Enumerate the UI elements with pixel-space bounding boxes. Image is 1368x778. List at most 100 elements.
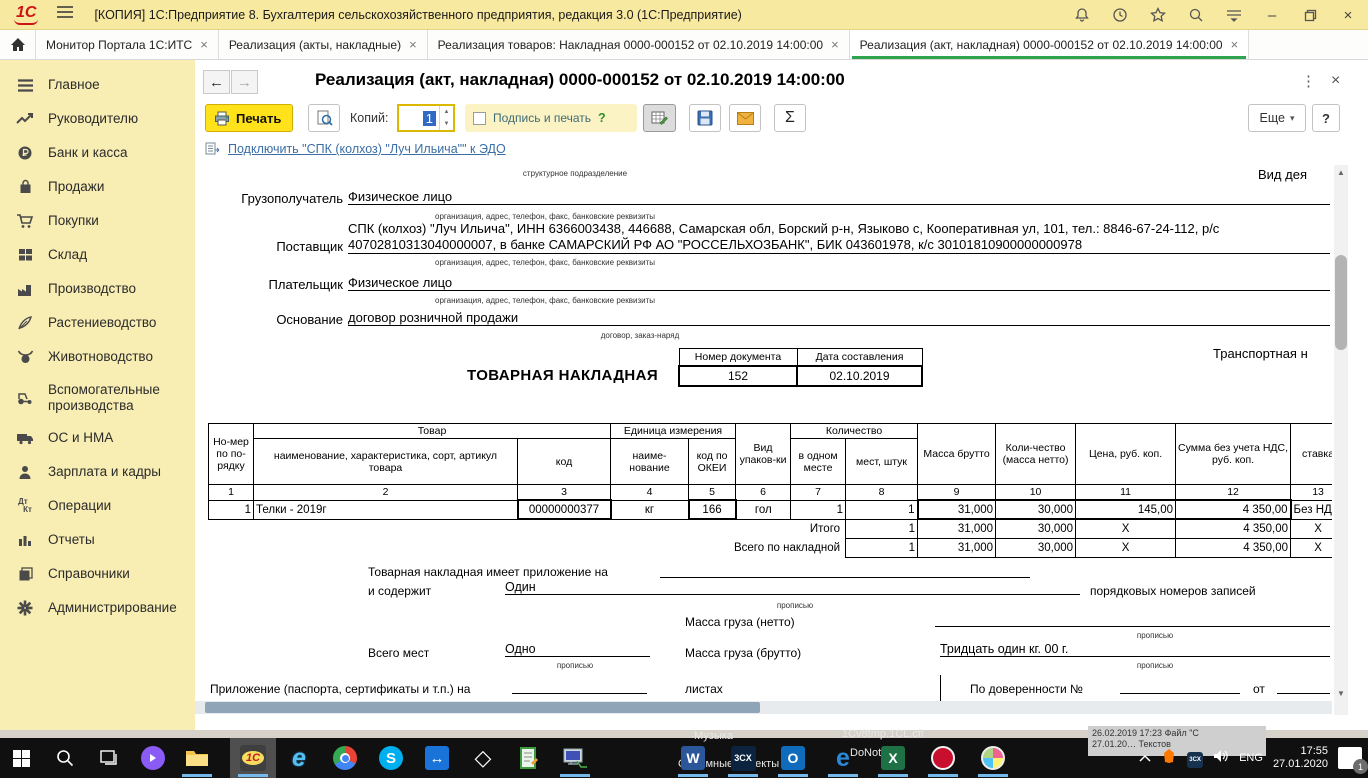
sidebar-item-vspomogatelnye[interactable]: Вспомогательные производства (0, 374, 195, 421)
document-close-icon[interactable]: × (1331, 72, 1340, 90)
tab-close-icon[interactable]: × (200, 37, 208, 52)
sidebar-item-bank-i-kassa[interactable]: Банк и касса (0, 136, 195, 170)
doc-date-value: 02.10.2019 (797, 366, 922, 386)
3cx-icon[interactable]: 3CX (726, 743, 760, 773)
search-icon[interactable] (1184, 3, 1208, 27)
tab-close-icon[interactable]: × (1231, 37, 1239, 52)
main-menu-hamburger-icon[interactable] (56, 5, 74, 24)
foxit-reader-icon[interactable] (926, 743, 960, 773)
sidebar-item-os-i-nma[interactable]: ОС и НМА (0, 421, 195, 455)
diamond-app-icon[interactable]: ◇ (466, 743, 500, 773)
sidebar-item-pokupki[interactable]: Покупки (0, 204, 195, 238)
horizontal-scrollbar[interactable] (195, 701, 1332, 714)
goods-data-row[interactable]: 1 Телки - 2019г 00000000377 кг 166 гол 1… (209, 500, 1333, 519)
favorites-star-icon[interactable] (1146, 3, 1170, 27)
tab-realizatsiya-akt-active[interactable]: Реализация (акт, накладная) 0000-000152 … (850, 30, 1250, 59)
print-preview-button[interactable] (308, 104, 340, 132)
more-button[interactable]: Еще ▾ (1248, 104, 1306, 132)
internet-explorer-icon[interactable]: e (282, 743, 316, 773)
skype-icon[interactable]: S (374, 743, 408, 773)
sidebar-item-spravochniki[interactable]: Справочники (0, 557, 195, 591)
scroll-up-icon[interactable]: ▲ (1334, 165, 1348, 179)
excel-icon[interactable]: X (876, 743, 910, 773)
edit-layout-toggle-button[interactable] (643, 104, 676, 132)
propis-caption: прописью (475, 661, 675, 670)
action-center-icon[interactable]: 1 (1338, 747, 1362, 769)
outlook-icon[interactable]: O (776, 743, 810, 773)
sidebar-item-glavnoe[interactable]: Главное (0, 68, 195, 102)
sidebar-item-rukovoditelyu[interactable]: Руководителю (0, 102, 195, 136)
copies-input[interactable]: 1 ▲ ▼ (397, 104, 455, 132)
chrome-icon[interactable] (328, 743, 362, 773)
spin-down-icon[interactable]: ▼ (440, 118, 453, 130)
nav-back-button[interactable]: ← (203, 70, 230, 94)
task-view-icon[interactable] (92, 743, 126, 773)
sidebar-item-proizvodstvo[interactable]: Производство (0, 272, 195, 306)
sidebar-item-operatsii[interactable]: ДтКтОперации (0, 489, 195, 523)
tab-close-icon[interactable]: × (831, 37, 839, 52)
word-icon[interactable]: W (676, 743, 710, 773)
notepad-app-icon[interactable] (512, 743, 546, 773)
sum-button[interactable]: Σ (774, 104, 806, 132)
goods-total-row: Итого 1 31,000 30,000 X 4 350,00 X (209, 519, 1333, 538)
blank-line (1277, 680, 1330, 694)
sidebar-item-rastenievodstvo[interactable]: Растениеводство (0, 306, 195, 340)
vertical-scrollbar-thumb[interactable] (1335, 255, 1347, 350)
tab-monitor-portala[interactable]: Монитор Портала 1С:ИТС × (36, 30, 219, 59)
horizontal-scrollbar-thumb[interactable] (205, 702, 760, 713)
system-tray: 3CX ENG 17:55 27.01.2020 1 (1139, 738, 1362, 778)
nav-forward-button[interactable]: → (231, 70, 258, 94)
edo-connect-link[interactable]: Подключить "СПК (колхоз) "Луч Ильича"" к… (228, 142, 506, 156)
sidebar-item-otchety[interactable]: Отчеты (0, 523, 195, 557)
avast-tray-icon[interactable] (1161, 748, 1177, 769)
language-indicator[interactable]: ENG (1239, 752, 1263, 764)
minimize-button[interactable]: – (1260, 3, 1284, 27)
vertical-scrollbar[interactable] (1334, 165, 1348, 715)
send-email-button[interactable] (729, 104, 761, 132)
warrant-from-label: от (1253, 682, 1265, 696)
sidebar-item-prodazhi[interactable]: Продажи (0, 170, 195, 204)
sign-help-link[interactable]: ? (598, 111, 606, 125)
sidebar-item-zhivotnovodstvo[interactable]: Животноводство (0, 340, 195, 374)
taskbar-search-icon[interactable] (48, 743, 82, 773)
sidebar-item-zarplata[interactable]: Зарплата и кадры (0, 455, 195, 489)
help-button[interactable]: ? (1312, 104, 1340, 132)
file-explorer-icon[interactable] (180, 743, 214, 773)
print-form-spreadsheet[interactable]: структурное подразделение Вид дея Грузоп… (195, 165, 1368, 730)
more-commands-kebab-icon[interactable]: ⋮ (1301, 72, 1316, 90)
tray-clock[interactable]: 17:55 27.01.2020 (1273, 745, 1328, 771)
sign-and-print-checkbox[interactable] (473, 112, 486, 125)
home-tab[interactable] (0, 30, 36, 59)
gross-weight-value: Тридцать один кг. 00 г. (940, 642, 1330, 657)
start-button[interactable] (4, 743, 38, 773)
total-places-value: Одно (505, 642, 650, 657)
save-button[interactable] (689, 104, 721, 132)
3cx-tray-icon[interactable]: 3CX (1187, 748, 1203, 768)
1c-app-icon[interactable]: 1С (236, 743, 270, 773)
restore-button[interactable] (1298, 3, 1322, 27)
tab-realizatsiya-list[interactable]: Реализация (акты, накладные) × (219, 30, 428, 59)
system-monitor-app-icon[interactable] (558, 743, 592, 773)
tab-close-icon[interactable]: × (409, 37, 417, 52)
teamviewer-icon[interactable]: ↔ (420, 743, 454, 773)
tab-realizatsiya-tovarov[interactable]: Реализация товаров: Накладная 0000-00015… (428, 30, 850, 59)
sidebar-item-administrirovanie[interactable]: Администрирование (0, 591, 195, 625)
consignee-caption: организация, адрес, телефон, факс, банко… (345, 212, 745, 221)
books-icon (14, 565, 36, 583)
volume-tray-icon[interactable] (1213, 749, 1229, 768)
sidebar-item-sklad[interactable]: Склад (0, 238, 195, 272)
edge-icon[interactable]: e (826, 743, 860, 773)
close-window-button[interactable]: × (1336, 3, 1360, 27)
scroll-down-icon[interactable]: ▼ (1334, 686, 1348, 700)
alice-assistant-icon[interactable] (136, 743, 170, 773)
goods-table[interactable]: Но-мер по по-рядку Товар Единица измерен… (208, 423, 1332, 558)
print-button[interactable]: Печать (205, 104, 293, 132)
tray-chevron-up-icon[interactable] (1139, 749, 1151, 767)
net-weight-label: Масса груза (нетто) (685, 615, 795, 629)
spin-up-icon[interactable]: ▲ (440, 106, 453, 118)
paint-app-icon[interactable] (976, 743, 1010, 773)
history-icon[interactable] (1108, 3, 1132, 27)
service-menu-icon[interactable] (1222, 3, 1246, 27)
sheets-label: листах (685, 682, 723, 696)
notifications-bell-icon[interactable] (1070, 3, 1094, 27)
